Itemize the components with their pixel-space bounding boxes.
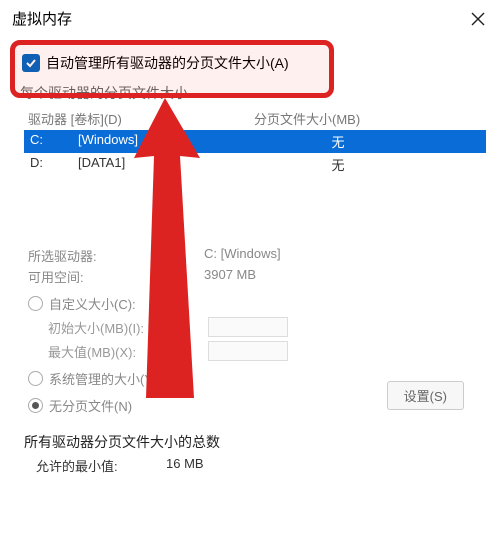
header-paging: 分页文件大小(MB) <box>254 109 360 128</box>
summary-min-value: 16 MB <box>166 456 204 475</box>
max-size-label: 最大值(MB)(X): <box>48 342 208 361</box>
free-space-value: 3907 MB <box>204 267 256 286</box>
custom-size-radio[interactable]: 自定义大小(C): <box>28 294 486 313</box>
drive-letter: C: <box>30 132 78 151</box>
auto-manage-label: 自动管理所有驱动器的分页文件大小(A) <box>46 53 289 73</box>
summary-min-label: 允许的最小值: <box>36 456 166 475</box>
drive-paging: 无 <box>256 132 480 151</box>
drive-letter: D: <box>30 155 78 174</box>
system-managed-label: 系统管理的大小(Y) <box>49 369 157 388</box>
max-size-input[interactable] <box>208 341 288 361</box>
initial-size-input[interactable] <box>208 317 288 337</box>
header-drive: 驱动器 [卷标](D) <box>28 109 254 128</box>
window-title: 虚拟内存 <box>12 8 72 29</box>
virtual-memory-dialog: 虚拟内存 自动管理所有驱动器的分页文件大小(A) 每个驱动器的分页文件大小 驱动… <box>0 0 500 542</box>
free-space-label: 可用空间: <box>28 267 204 286</box>
close-button[interactable] <box>468 9 488 29</box>
per-drive-label: 每个驱动器的分页文件大小 <box>20 83 486 103</box>
drive-paging: 无 <box>256 155 480 174</box>
selected-drive-value: C: [Windows] <box>204 246 281 265</box>
drive-label: [Windows] <box>78 132 256 151</box>
radio-icon <box>28 296 43 311</box>
summary-title: 所有驱动器分页文件大小的总数 <box>24 432 486 452</box>
drive-row[interactable]: C: [Windows] 无 <box>24 130 486 153</box>
radio-icon <box>28 398 43 413</box>
drive-label: [DATA1] <box>78 155 256 174</box>
auto-manage-checkbox[interactable] <box>22 54 40 72</box>
selected-drive-section: 所选驱动器: C: [Windows] 可用空间: 3907 MB <box>28 246 486 286</box>
auto-manage-checkbox-row[interactable]: 自动管理所有驱动器的分页文件大小(A) <box>22 53 486 73</box>
drive-list-header: 驱动器 [卷标](D) 分页文件大小(MB) <box>28 109 486 128</box>
no-paging-label: 无分页文件(N) <box>49 396 132 415</box>
check-icon <box>25 57 37 69</box>
close-icon <box>471 12 485 26</box>
radio-icon <box>28 371 43 386</box>
initial-size-row: 初始大小(MB)(I): <box>48 317 486 337</box>
drive-list[interactable]: C: [Windows] 无 D: [DATA1] 无 <box>24 130 486 176</box>
max-size-row: 最大值(MB)(X): <box>48 341 486 361</box>
drive-row[interactable]: D: [DATA1] 无 <box>24 153 486 176</box>
set-button[interactable]: 设置(S) <box>387 381 464 410</box>
initial-size-label: 初始大小(MB)(I): <box>48 318 208 337</box>
titlebar: 虚拟内存 <box>0 0 500 37</box>
summary-min-row: 允许的最小值: 16 MB <box>36 456 486 475</box>
selected-drive-label: 所选驱动器: <box>28 246 204 265</box>
custom-size-label: 自定义大小(C): <box>49 294 136 313</box>
